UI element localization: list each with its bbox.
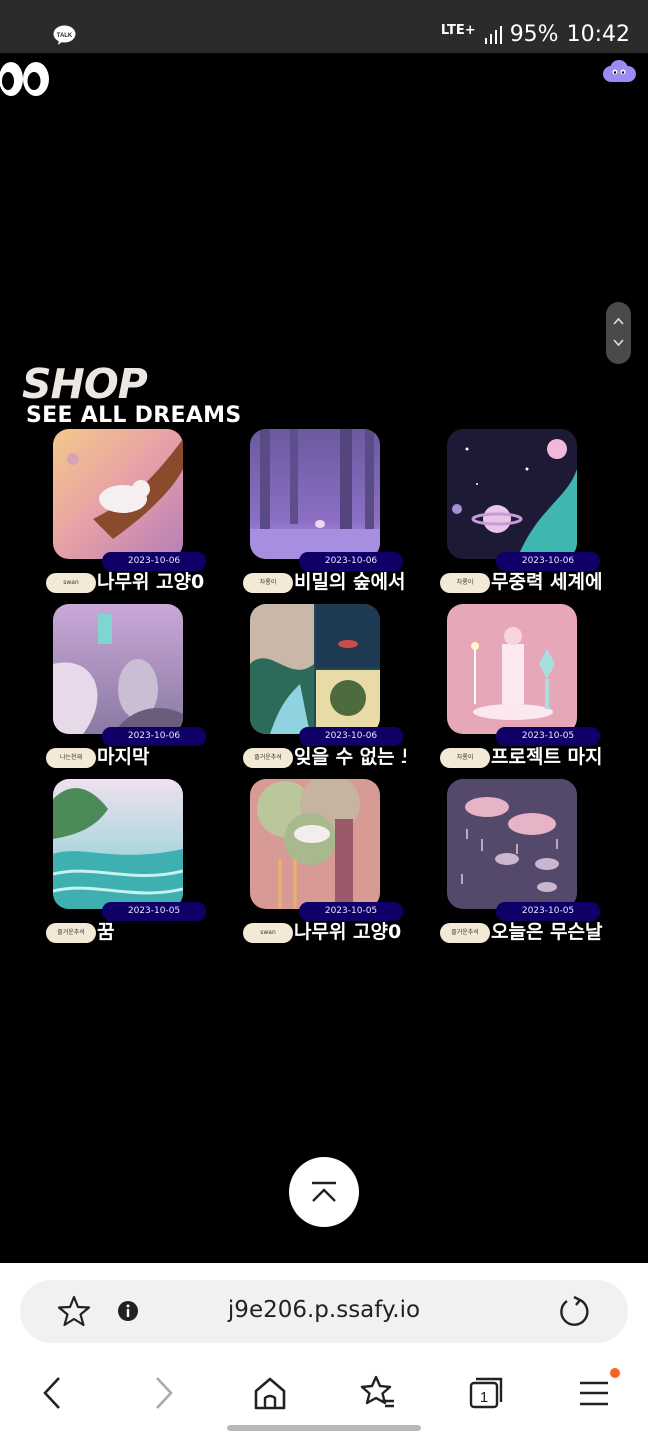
- author-chip[interactable]: swan: [243, 923, 293, 943]
- dream-thumbnail[interactable]: [447, 779, 577, 909]
- dream-title[interactable]: 마지막: [97, 744, 209, 770]
- author-chip[interactable]: 즐거운추석: [46, 923, 96, 943]
- status-indicators: LTE+ 95% 10:42: [441, 22, 630, 47]
- author-chip[interactable]: 나는천재: [46, 748, 96, 768]
- back-icon[interactable]: [33, 1373, 73, 1413]
- clock: 10:42: [566, 22, 630, 47]
- svg-text:1: 1: [480, 1389, 488, 1406]
- address-bar[interactable]: j9e206.p.ssafy.io: [20, 1280, 628, 1343]
- dream-thumbnail[interactable]: [250, 779, 380, 909]
- dream-card[interactable]: 2023-10-06 차룡이 비밀의 숲에서: [243, 429, 413, 593]
- scroll-up-down-control[interactable]: [606, 302, 631, 364]
- kakaotalk-icon: TALK: [53, 25, 76, 45]
- battery-percent: 95%: [509, 22, 559, 47]
- scroll-to-top-icon: [312, 1181, 336, 1202]
- dream-thumbnail[interactable]: [250, 604, 380, 734]
- dream-thumbnail[interactable]: [53, 604, 183, 734]
- notification-dot: [610, 1368, 620, 1378]
- dream-card[interactable]: 2023-10-06 차룡이 무중력 세계에서: [440, 429, 610, 593]
- dream-thumbnail[interactable]: [53, 429, 183, 559]
- author-chip[interactable]: 차룡이: [440, 573, 490, 593]
- home-icon[interactable]: [250, 1373, 290, 1413]
- dream-card[interactable]: 2023-10-05 즐거운추석 꿈: [46, 779, 216, 943]
- author-chip[interactable]: 즐거운추석: [243, 748, 293, 768]
- network-type: LTE+: [440, 23, 476, 38]
- author-chip[interactable]: 즐거운추석: [440, 923, 490, 943]
- dream-title[interactable]: 나무위 고양0: [97, 569, 209, 595]
- dream-title[interactable]: 꿈: [97, 919, 209, 945]
- dream-thumbnail[interactable]: [53, 779, 183, 909]
- dream-thumbnail[interactable]: [250, 429, 380, 559]
- status-bar: TALK LTE+ 95% 10:42: [0, 0, 648, 53]
- dream-card[interactable]: 2023-10-05 차룡이 프로젝트 마지막: [440, 604, 610, 768]
- dream-title[interactable]: 프로젝트 마지막: [491, 744, 603, 770]
- see-all-dreams-heading: SEE ALL DREAMS: [26, 403, 242, 428]
- dream-title[interactable]: 오늘은 무슨날: [491, 919, 603, 945]
- dream-thumbnail[interactable]: [447, 604, 577, 734]
- dream-card[interactable]: 2023-10-05 swan 나무위 고양0: [243, 779, 413, 943]
- reload-icon[interactable]: [558, 1295, 590, 1327]
- browser-toolbar: j9e206.p.ssafy.io 1: [0, 1263, 648, 1440]
- gesture-home-indicator[interactable]: [227, 1425, 421, 1431]
- chevron-up-icon[interactable]: [612, 316, 625, 326]
- browser-nav-row: 1: [0, 1368, 648, 1417]
- author-chip[interactable]: 차룡이: [440, 748, 490, 768]
- forward-icon[interactable]: [143, 1373, 183, 1413]
- dream-title[interactable]: 나무위 고양0: [294, 919, 406, 945]
- url-text[interactable]: j9e206.p.ssafy.io: [20, 1297, 628, 1323]
- dream-card[interactable]: 2023-10-06 나는천재 마지막: [46, 604, 216, 768]
- author-chip[interactable]: swan: [46, 573, 96, 593]
- signal-icon: [484, 25, 502, 44]
- menu-icon[interactable]: [574, 1373, 614, 1413]
- dream-thumbnail[interactable]: [447, 429, 577, 559]
- bookmarks-icon[interactable]: [358, 1373, 398, 1413]
- cloud-character-icon[interactable]: [602, 59, 636, 85]
- scroll-to-top-button[interactable]: [289, 1157, 359, 1227]
- dream-title[interactable]: 무중력 세계에서: [491, 569, 603, 595]
- dream-card[interactable]: 2023-10-06 swan 나무위 고양0: [46, 429, 216, 593]
- page-title: SHOP: [22, 360, 148, 408]
- chevron-down-icon[interactable]: [612, 338, 625, 348]
- dream-title[interactable]: 잊을 수 없는 드: [294, 744, 406, 770]
- dream-card[interactable]: 2023-10-05 즐거운추석 오늘은 무슨날: [440, 779, 610, 943]
- author-chip[interactable]: 차룡이: [243, 573, 293, 593]
- svg-text:TALK: TALK: [57, 33, 73, 39]
- dream-card[interactable]: 2023-10-06 즐거운추석 잊을 수 없는 드: [243, 604, 413, 768]
- dream-title[interactable]: 비밀의 숲에서: [294, 569, 406, 595]
- eyes-logo-icon[interactable]: [0, 59, 52, 99]
- dream-shop-page: SHOP SEE ALL DREAMS 2023-10-06 swan 나무위 …: [0, 53, 648, 1263]
- tabs-icon[interactable]: 1: [466, 1373, 506, 1413]
